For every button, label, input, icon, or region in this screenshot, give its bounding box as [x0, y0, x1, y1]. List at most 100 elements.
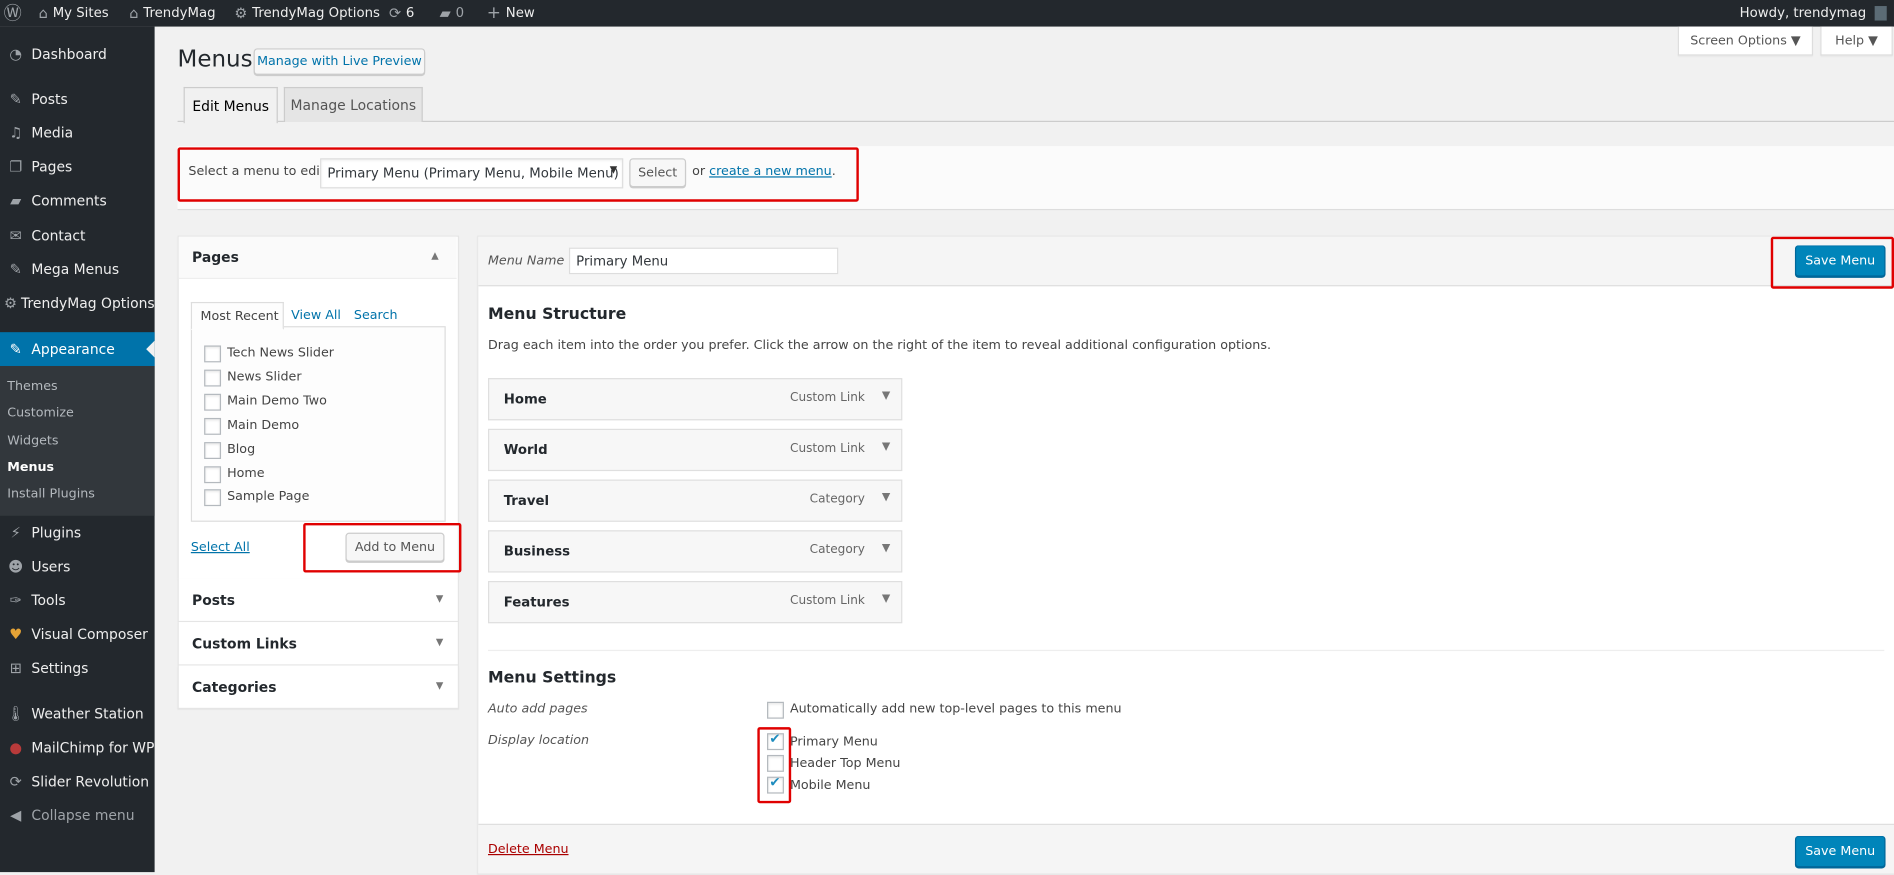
comment-icon: ▰: [439, 4, 451, 22]
sites-icon: ⌂: [38, 4, 48, 22]
menu-settings-title: Menu Settings: [487, 669, 617, 688]
current-arrow: [146, 340, 155, 358]
sidebar-item-mailchimp[interactable]: ● MailChimp for WP: [0, 731, 155, 765]
envelope-icon: ✉: [9, 227, 22, 244]
chevron-down-icon[interactable]: ▼: [882, 542, 890, 554]
sidebar-item-mega-menus[interactable]: ✎ Mega Menus: [0, 252, 155, 286]
accordion-posts[interactable]: Posts ▼: [177, 578, 460, 623]
location-primary-label: Primary Menu: [789, 734, 878, 749]
accordion-custom-links[interactable]: Custom Links ▼: [177, 622, 460, 666]
menu-item-world[interactable]: World Custom Link ▼: [487, 428, 903, 472]
sidebar-item-comments[interactable]: ▰ Comments: [0, 184, 155, 218]
pages-icon: ❐: [9, 158, 23, 176]
select-button[interactable]: Select: [629, 158, 687, 188]
chevron-down-icon: ▼: [609, 164, 618, 176]
sidebar-item-dashboard[interactable]: ◔ Dashboard: [0, 37, 155, 71]
site-name-link[interactable]: ⌂ TrendyMag: [129, 0, 215, 27]
location-primary-checkbox[interactable]: [767, 731, 784, 751]
sidebar-item-trendymag-options[interactable]: ⚙ TrendyMag Options: [0, 286, 155, 320]
brush-icon: ✎: [9, 340, 22, 358]
vc-icon: ♥: [9, 625, 23, 643]
chevron-down-icon[interactable]: ▼: [882, 492, 890, 504]
collapse-icon: ◀: [10, 806, 22, 824]
gear-icon: ⚙: [234, 4, 248, 22]
menu-item-home[interactable]: Home Custom Link ▼: [487, 378, 903, 421]
sidebar-item-weather-station[interactable]: 🌡 Weather Station: [0, 697, 155, 731]
help-button[interactable]: Help ▼: [1820, 26, 1893, 56]
tab-most-recent[interactable]: Most Recent: [190, 301, 284, 330]
dashboard-icon: ◔: [9, 45, 23, 63]
tab-view-all[interactable]: View All: [291, 308, 341, 322]
menu-select-dropdown[interactable]: Primary Menu (Primary Menu, Mobile Menu)…: [320, 158, 624, 189]
chevron-down-icon[interactable]: ▼: [882, 390, 890, 402]
updates-link[interactable]: ⟳ 6: [389, 0, 414, 27]
checkbox[interactable]: [204, 417, 222, 435]
menu-structure-title: Menu Structure: [487, 305, 627, 324]
user-icon: ☻: [8, 558, 24, 575]
comment-icon: ▰: [10, 192, 22, 209]
chevron-down-icon: ▼: [435, 680, 444, 691]
auto-add-label: Auto add pages: [487, 701, 588, 717]
my-sites-link[interactable]: ⌂ My Sites: [39, 0, 109, 27]
save-menu-button-top[interactable]: Save Menu: [1794, 245, 1886, 277]
sidebar-item-posts[interactable]: ✎ Posts: [0, 82, 155, 116]
tab-edit-menus[interactable]: Edit Menus: [183, 86, 278, 124]
collapse-arrow-icon[interactable]: ▲: [431, 250, 438, 261]
sidebar-item-plugins[interactable]: ⚡ Plugins: [0, 516, 155, 550]
checkbox[interactable]: [204, 369, 222, 387]
submenu-themes[interactable]: Themes: [7, 379, 57, 393]
submenu-menus[interactable]: Menus: [7, 460, 54, 474]
sidebar-item-contact[interactable]: ✉ Contact: [0, 219, 155, 253]
delete-menu-link[interactable]: Delete Menu: [488, 842, 569, 856]
theme-options-link[interactable]: ⚙ TrendyMag Options: [234, 0, 380, 27]
add-to-menu-button[interactable]: Add to Menu: [345, 532, 445, 562]
live-preview-button[interactable]: Manage with Live Preview: [253, 48, 426, 75]
menu-item-business[interactable]: Business Category ▼: [487, 530, 903, 573]
comments-link[interactable]: ▰ 0: [440, 0, 464, 27]
sidebar-item-slider-revolution[interactable]: ⟳ Slider Revolution: [0, 765, 155, 799]
accordion-categories[interactable]: Categories ▼: [177, 665, 460, 710]
collapse-menu-button[interactable]: ◀ Collapse menu: [0, 798, 155, 832]
chevron-down-icon[interactable]: ▼: [882, 593, 890, 605]
home-icon: ⌂: [129, 4, 139, 22]
submenu-widgets[interactable]: Widgets: [7, 434, 58, 448]
tab-manage-locations[interactable]: Manage Locations: [283, 86, 423, 122]
select-all-link[interactable]: Select All: [191, 540, 250, 554]
location-header-top-checkbox[interactable]: [767, 754, 784, 772]
tab-search[interactable]: Search: [354, 308, 398, 322]
sidebar-item-tools[interactable]: ✑ Tools: [0, 583, 155, 617]
account-menu[interactable]: Howdy, trendymag: [1740, 0, 1887, 27]
checkbox[interactable]: [204, 393, 222, 411]
mailchimp-icon: ●: [9, 739, 23, 757]
sidebar-item-pages[interactable]: ❐ Pages: [0, 150, 155, 184]
submenu-customize[interactable]: Customize: [7, 406, 74, 420]
checkbox[interactable]: [204, 466, 222, 484]
checkbox[interactable]: [204, 442, 222, 460]
wp-admin-page: Ⓦ ⌂ My Sites ⌂ TrendyMag ⚙ TrendyMag Option…: [0, 0, 1894, 875]
screen-options-button[interactable]: Screen Options ▼: [1677, 26, 1814, 56]
chevron-down-icon: ▼: [435, 593, 444, 604]
create-new-menu-link[interactable]: create a new menu: [709, 164, 832, 178]
sidebar-item-visual-composer[interactable]: ♥ Visual Composer: [0, 617, 155, 651]
save-menu-button-bottom[interactable]: Save Menu: [1794, 835, 1886, 868]
gear-icon: ⚙: [4, 294, 18, 312]
sidebar-item-media[interactable]: ♫ Media: [0, 116, 155, 150]
checkbox[interactable]: [204, 489, 222, 507]
admin-bar: Ⓦ ⌂ My Sites ⌂ TrendyMag ⚙ TrendyMag Option…: [0, 0, 1894, 27]
sidebar-item-appearance[interactable]: ✎ Appearance: [0, 332, 155, 366]
checkbox[interactable]: [204, 345, 222, 363]
sidebar-item-users[interactable]: ☻ Users: [0, 550, 155, 584]
pin-icon: ✎: [9, 260, 22, 278]
submenu-install-plugins[interactable]: Install Plugins: [7, 487, 95, 501]
wordpress-logo-button[interactable]: Ⓦ: [4, 0, 22, 27]
sidebar-item-settings[interactable]: ⊞ Settings: [0, 651, 155, 685]
menu-name-input[interactable]: Primary Menu: [568, 247, 839, 275]
chevron-down-icon[interactable]: ▼: [882, 441, 890, 453]
appearance-submenu: Themes Customize Widgets Menus Install P…: [0, 365, 155, 516]
menu-item-travel[interactable]: Travel Category ▼: [487, 479, 903, 522]
menu-name-label: Menu Name: [487, 253, 565, 269]
new-content-link[interactable]: + New: [487, 0, 535, 27]
menu-item-features[interactable]: Features Custom Link ▼: [487, 580, 903, 624]
location-mobile-checkbox[interactable]: [767, 774, 784, 794]
auto-add-checkbox[interactable]: [767, 701, 784, 719]
